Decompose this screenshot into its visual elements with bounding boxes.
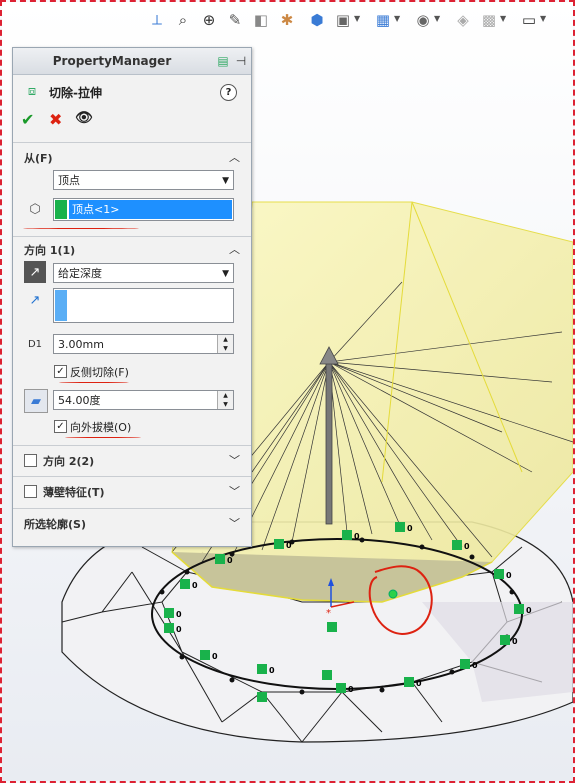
config-list-icon[interactable]: ▤ (215, 53, 231, 68)
svg-text:0: 0 (416, 679, 422, 688)
heads-up-view-toolbar: ⟂ ⌕ ⊕ ✎ ◧ ✱ ⬢ ▣ ▼ ▦ ▼ ◉ ▼ ◈ ▩ ▼ ▭ ▼ (147, 10, 567, 36)
reverse-direction-icon[interactable]: ↗ (24, 261, 46, 283)
view-orientation-icon[interactable]: ⟂ (147, 10, 167, 30)
screenshot-frame: 0 0 0 0 0 0 0 0 0 0 0 0 0 0 0 0 * ⟂ ⌕ ⊕ … (0, 0, 575, 783)
svg-text:0: 0 (348, 685, 354, 694)
cut-extrude-icon: ⧈ (27, 83, 37, 99)
direction2-section-title[interactable]: 方向 2(2) (43, 453, 94, 469)
red-underline-annotation (59, 382, 129, 383)
draft-angle-spin-buttons[interactable]: ▲ ▼ (217, 391, 233, 409)
collapse-from-icon[interactable]: ︿ (229, 149, 240, 165)
draft-on-off-icon[interactable]: ▰ (24, 389, 48, 413)
svg-text:0: 0 (512, 637, 518, 646)
monitor-dropdown-icon[interactable]: ▼ (540, 14, 546, 23)
previous-view-icon[interactable]: ✎ (225, 10, 245, 30)
svg-text:0: 0 (354, 532, 360, 541)
svg-text:0: 0 (176, 610, 182, 619)
from-section-title[interactable]: 从(F) (24, 150, 53, 166)
feature-title-row: ⧈ 切除-拉伸 ? (13, 78, 251, 104)
dynamic-annotation-icon[interactable]: ✱ (277, 10, 297, 30)
end-condition-combo[interactable]: 给定深度 ▼ (53, 263, 234, 283)
vertex-icon: ⬡ (29, 201, 41, 217)
red-underline-annotation (23, 228, 139, 229)
view-settings-icon[interactable]: ▩ (479, 10, 499, 30)
svg-text:0: 0 (472, 661, 478, 670)
selected-vertex[interactable] (388, 589, 398, 599)
direction1-section-title[interactable]: 方向 1(1) (24, 242, 75, 258)
property-manager-title: PropertyManager (52, 54, 172, 68)
end-condition-value: 给定深度 (58, 267, 102, 280)
svg-text:0: 0 (269, 666, 275, 675)
from-combo-value: 顶点 (58, 174, 80, 187)
svg-text:0: 0 (526, 606, 532, 615)
view-settings-dropdown-icon[interactable]: ▼ (500, 14, 506, 23)
svg-text:0: 0 (176, 625, 182, 634)
depth-dimension-label: D1 (27, 338, 43, 350)
flip-side-checkbox[interactable]: ✓ (54, 365, 67, 378)
divider (13, 236, 251, 237)
draft-angle-spinbox[interactable]: 54.00度 ▲ ▼ (53, 390, 234, 410)
zoom-area-icon[interactable]: ⊕ (199, 10, 219, 30)
section-view-icon[interactable]: ◧ (251, 10, 271, 30)
draft-outward-checkbox[interactable]: ✓ (54, 420, 67, 433)
selection-color-chip (55, 290, 67, 321)
hide-show-dropdown-icon[interactable]: ▼ (394, 14, 400, 23)
divider (13, 476, 251, 477)
ok-button[interactable]: ✔ (21, 110, 34, 129)
view-orientation-cube-icon[interactable]: ⬢ (307, 10, 327, 30)
expand-thin-feature-icon[interactable]: ﹀ (229, 483, 240, 499)
red-underline-annotation (65, 437, 141, 438)
selected-contours-section-title[interactable]: 所选轮廓(S) (24, 516, 86, 532)
cancel-button[interactable]: ✖ (49, 110, 62, 129)
expand-selected-contours-icon[interactable]: ﹀ (229, 515, 240, 531)
edit-appearance-icon[interactable]: ◉ (413, 10, 433, 30)
depth-value: 3.00mm (58, 338, 104, 351)
svg-text:0: 0 (506, 571, 512, 580)
feature-name: 切除-拉伸 (49, 86, 102, 100)
property-manager-panel: PropertyManager ▤ ⊣ ⧈ 切除-拉伸 ? ✔ ✖ 👁 从(F)… (12, 47, 252, 547)
depth-spin-buttons[interactable]: ▲ ▼ (217, 335, 233, 353)
chevron-down-icon: ▼ (222, 269, 229, 279)
svg-text:0: 0 (464, 542, 470, 551)
direction-vector-icon: ↗ (29, 292, 41, 308)
from-selection-item[interactable]: 顶点<1> (69, 200, 232, 219)
from-selection-box[interactable]: 顶点<1> (53, 198, 234, 221)
svg-text:*: * (326, 608, 331, 619)
selection-color-chip (55, 200, 67, 219)
display-style-icon[interactable]: ▣ (333, 10, 353, 30)
svg-text:0: 0 (212, 652, 218, 661)
zoom-to-fit-icon[interactable]: ⌕ (173, 10, 193, 30)
draft-angle-value: 54.00度 (58, 394, 101, 407)
expand-direction2-icon[interactable]: ﹀ (229, 452, 240, 468)
preview-eye-button[interactable]: 👁 (75, 110, 93, 126)
divider (13, 142, 251, 143)
thin-feature-checkbox[interactable] (24, 485, 37, 498)
direction-selection-box[interactable] (53, 288, 234, 323)
flip-side-label[interactable]: 反侧切除(F) (70, 364, 129, 380)
apply-scene-icon[interactable]: ◈ (453, 10, 473, 30)
chevron-down-icon: ▼ (222, 176, 229, 186)
svg-text:0: 0 (407, 524, 413, 533)
svg-text:0: 0 (286, 541, 292, 550)
pin-icon[interactable]: ⊣ (233, 53, 249, 68)
from-combo[interactable]: 顶点 ▼ (53, 170, 234, 190)
display-style-dropdown-icon[interactable]: ▼ (354, 14, 360, 23)
divider (13, 445, 251, 446)
svg-text:0: 0 (192, 581, 198, 590)
thin-feature-section-title[interactable]: 薄壁特征(T) (43, 484, 105, 500)
depth-dimension-icon: D1 (24, 333, 46, 355)
divider (13, 508, 251, 509)
property-manager-header: PropertyManager ▤ ⊣ (13, 48, 251, 75)
monitor-icon[interactable]: ▭ (519, 10, 539, 30)
svg-text:0: 0 (227, 556, 233, 565)
draft-outward-label[interactable]: 向外拔模(O) (70, 419, 131, 435)
direction2-checkbox[interactable] (24, 454, 37, 467)
help-button[interactable]: ? (220, 84, 237, 101)
depth-spinbox[interactable]: 3.00mm ▲ ▼ (53, 334, 234, 354)
collapse-direction1-icon[interactable]: ︿ (229, 241, 240, 257)
appearance-dropdown-icon[interactable]: ▼ (434, 14, 440, 23)
hide-show-icon[interactable]: ▦ (373, 10, 393, 30)
